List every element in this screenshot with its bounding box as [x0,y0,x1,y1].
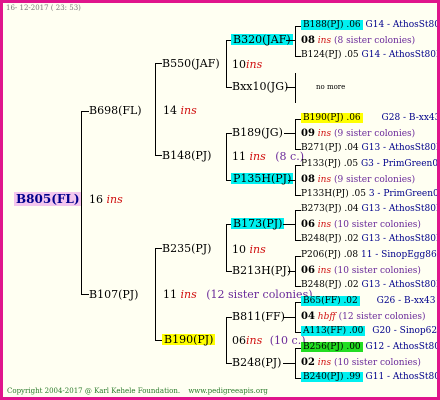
gen2-b190[interactable]: B190(PJ) [162,334,216,345]
root-queen[interactable]: B805(FL) [14,192,82,206]
no-more-label: no more [316,83,346,91]
header-date: 16- 12-2017 ( 23: 53) [6,4,81,12]
gen4-sire[interactable]: P206(PJ) .08 11 - SinopEgg86R [301,251,437,260]
gen4-sire[interactable]: B65(FF) .02 G26 - B-xx43 [301,296,435,306]
gen4-dam[interactable]: P133H(PJ) .05 3 - PrimGreen00 [301,190,437,199]
footer-copyright: Copyright 2004-2017 @ Karl Kehele Founda… [7,387,268,395]
gen1-sire[interactable]: B698(FL) [89,105,142,116]
gen4-dam[interactable]: B124(PJ) .05 G14 - AthosSt80R [301,51,437,60]
gen1-dam[interactable]: B107(PJ) [89,289,138,300]
gen4-dam[interactable]: B240(PJ) .99 G11 - AthosSt80R [301,372,437,382]
gen3-b811[interactable]: B811(FF) [232,311,285,322]
gen4-sire[interactable]: P133(PJ) .05 G3 - PrimGreen00 [301,160,437,169]
gen2-b550[interactable]: B550(JAF) [162,58,220,69]
gen4-sire[interactable]: B273(PJ) .04 G13 - AthosSt80R [301,205,437,214]
gen4-dam[interactable]: B248(PJ) .02 G13 - AthosSt80R [301,235,437,244]
root-connector [81,111,82,294]
gen2-b148[interactable]: B148(PJ) [162,150,211,161]
gen3-b213h[interactable]: B213H(PJ) [232,265,291,276]
root-gen: 16 ins [89,193,123,206]
gen4-sire[interactable]: B188(PJ) .06 G14 - AthosSt80R [301,20,437,30]
gen1-sire-gen: 14 ins [163,104,197,117]
footer-link[interactable]: www.pedigreeapis.org [188,387,268,395]
gen4-dam[interactable]: B248(PJ) .02 G13 - AthosSt80R [301,281,437,290]
gen3-b189[interactable]: B189(JG) [232,127,283,138]
gen3-b320[interactable]: B320(JAF) [231,34,293,45]
gen4-dam[interactable]: B271(PJ) .04 G13 - AthosSt80R [301,144,437,153]
gen3-p135h[interactable]: P135H(PJ) [231,173,294,184]
gen2-b235[interactable]: B235(PJ) [162,243,211,254]
gen3-bxx10[interactable]: Bxx10(JG) [232,81,288,92]
gen1-dam-gen: 11 ins (12 sister colonies) [163,288,313,301]
pedigree-page: 16- 12-2017 ( 23: 53) B805(FL) 16 ins B6… [0,0,440,400]
gen3-b173[interactable]: B173(PJ) [231,218,285,229]
gen3-b248[interactable]: B248(PJ) [232,357,281,368]
gen4-dam[interactable]: A113(FF) .00 G20 - Sinop62R [301,326,437,336]
gen4-sire[interactable]: B256(PJ) .00 G12 - AthosSt80R [301,342,437,352]
gen4-sire[interactable]: B190(PJ) .06 G28 - B-xx43 [301,113,437,123]
